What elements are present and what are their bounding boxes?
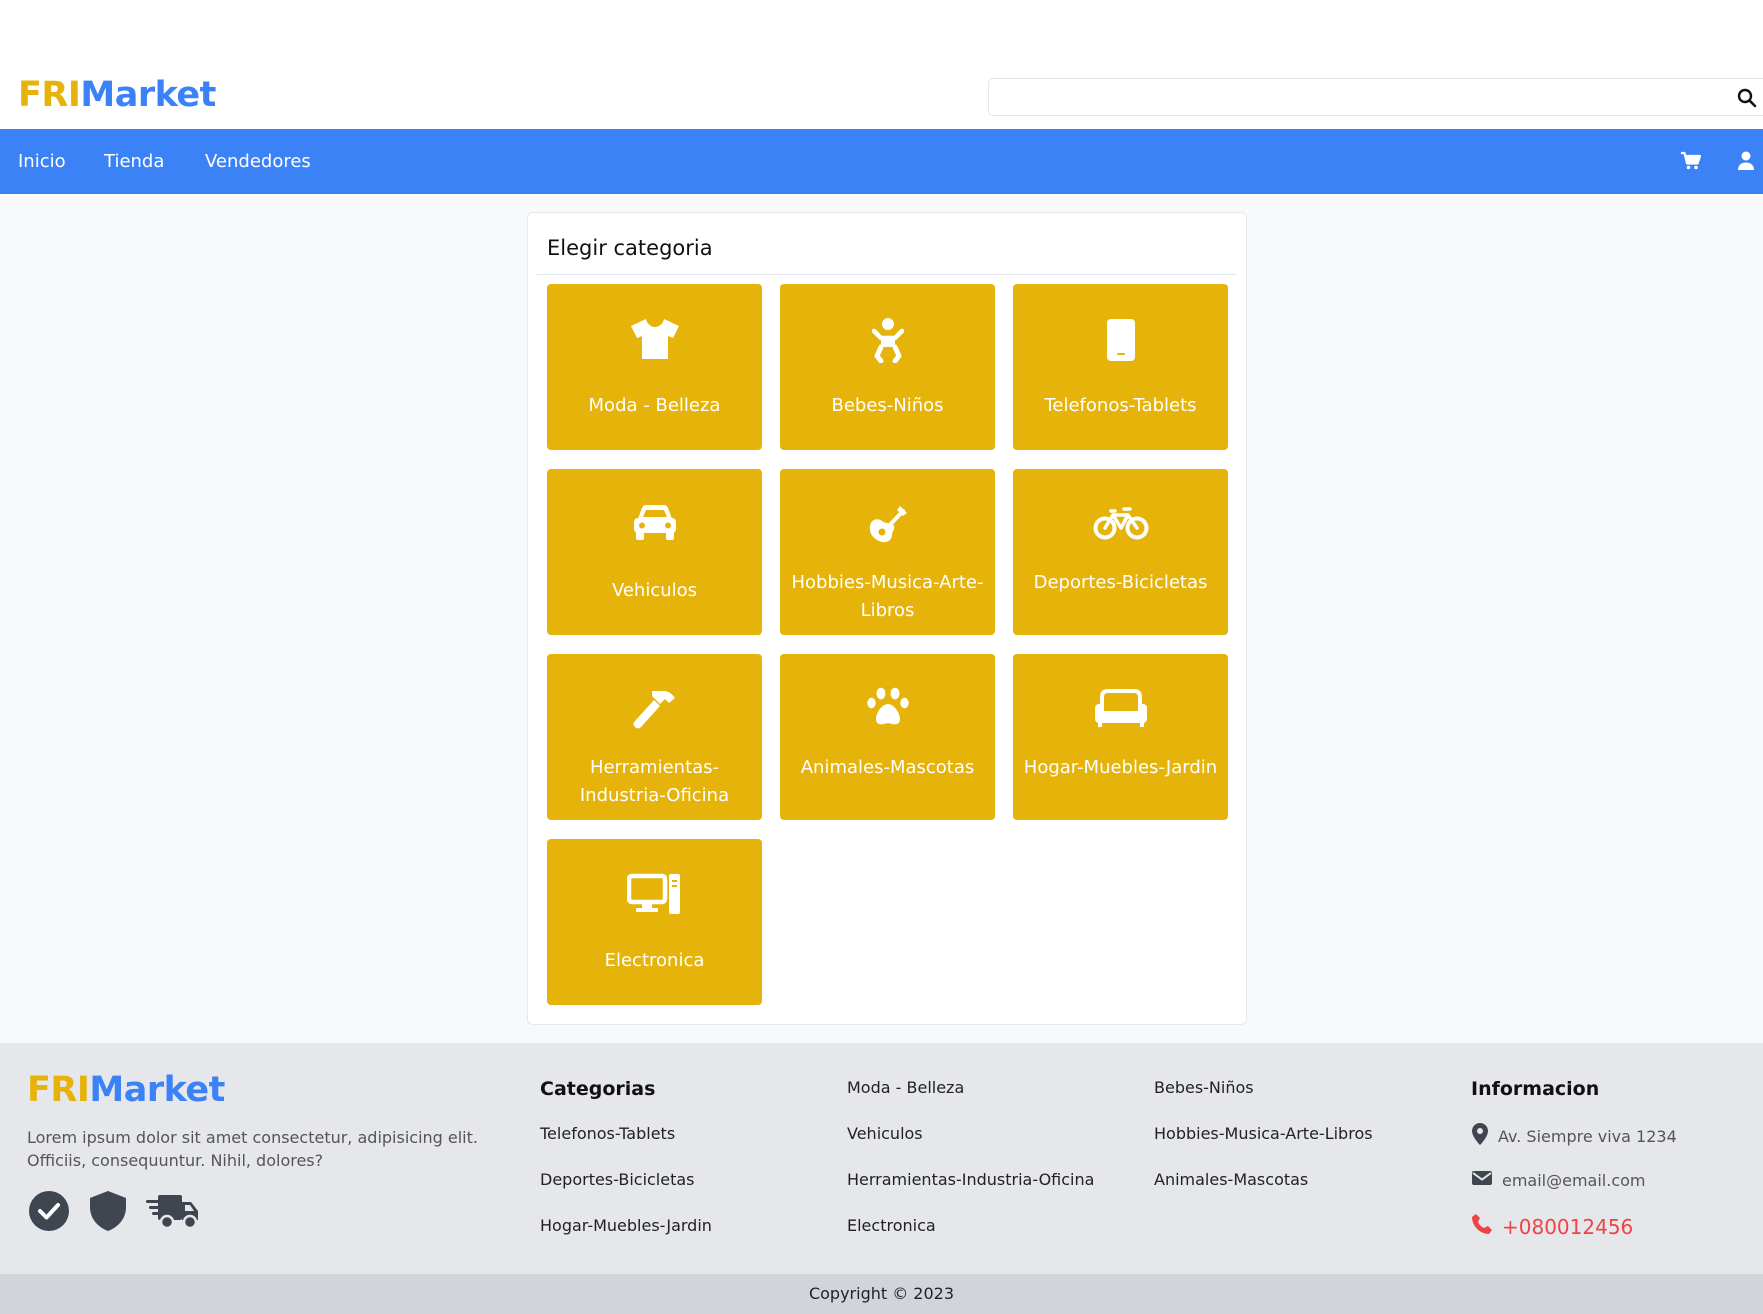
baby-icon — [780, 317, 995, 367]
footer-link-telefonos-tablets[interactable]: Telefonos-Tablets — [540, 1124, 675, 1143]
category-label: Hogar-Muebles-Jardin — [1023, 757, 1218, 778]
copyright-bar: Copyright © 2023 — [0, 1274, 1763, 1314]
category-tile-electronica[interactable]: Electronica — [547, 839, 762, 1005]
guitar-icon — [780, 502, 995, 552]
footer-badges — [27, 1189, 201, 1233]
category-label: Bebes-Niños — [831, 395, 944, 416]
search-input[interactable] — [989, 79, 1763, 115]
footer-email[interactable]: email@email.com — [1502, 1171, 1646, 1190]
header: FRIMarket — [0, 0, 1763, 129]
footer-link-hogar-muebles-jardin[interactable]: Hogar-Muebles-Jardin — [540, 1216, 712, 1235]
footer-phone[interactable]: +080012456 — [1502, 1215, 1633, 1239]
footer-link-herramientas[interactable]: Herramientas-Industria-Oficina — [847, 1170, 1094, 1189]
category-tile-animales-mascotas[interactable]: Animales-Mascotas — [780, 654, 995, 820]
category-label: Electronica — [604, 950, 705, 971]
footer-email-row: email@email.com — [1471, 1169, 1646, 1191]
footer-link-animales-mascotas[interactable]: Animales-Mascotas — [1154, 1170, 1308, 1189]
footer-brand-logo[interactable]: FRIMarket — [27, 1070, 225, 1110]
category-tile-deportes-bicicletas[interactable]: Deportes-Bicicletas — [1013, 469, 1228, 635]
shield-icon — [86, 1189, 130, 1233]
footer-link-deportes-bicicletas[interactable]: Deportes-Bicicletas — [540, 1170, 695, 1189]
check-circle-icon — [27, 1189, 71, 1233]
footer-link-moda-belleza[interactable]: Moda - Belleza — [847, 1078, 964, 1097]
cart-icon[interactable] — [1679, 149, 1703, 173]
nav-link-tienda[interactable]: Tienda — [104, 151, 164, 172]
footer-description: Lorem ipsum dolor sit amet consectetur, … — [27, 1128, 478, 1170]
brand-logo-part1: FRI — [18, 75, 81, 115]
hammer-icon — [547, 687, 762, 737]
category-tile-vehiculos[interactable]: Vehiculos — [547, 469, 762, 635]
category-label: Deportes-Bicicletas — [1033, 572, 1208, 593]
search-box — [988, 78, 1763, 116]
bicycle-icon — [1013, 502, 1228, 552]
footer-address-row: Av. Siempre viva 1234 — [1471, 1122, 1677, 1150]
footer-address: Av. Siempre viva 1234 — [1498, 1126, 1677, 1146]
search-icon[interactable] — [1733, 84, 1761, 112]
category-tile-moda-belleza[interactable]: Moda - Belleza — [547, 284, 762, 450]
location-pin-icon — [1471, 1122, 1489, 1150]
phone-icon — [1013, 317, 1228, 367]
brand-logo-part2: Market — [89, 1070, 225, 1110]
envelope-icon — [1471, 1169, 1493, 1191]
category-label: Vehiculos — [611, 580, 698, 601]
footer-phone-row: +080012456 — [1471, 1213, 1633, 1240]
footer-link-vehiculos[interactable]: Vehiculos — [847, 1124, 923, 1143]
shirt-icon — [547, 317, 762, 367]
truck-icon — [145, 1189, 201, 1233]
car-icon — [547, 502, 762, 552]
footer-categories-heading: Categorias — [540, 1078, 656, 1100]
category-tile-bebes-ninos[interactable]: Bebes-Niños — [780, 284, 995, 450]
category-label: Herramientas-Industria-Oficina — [579, 757, 730, 806]
footer-link-bebes-ninos[interactable]: Bebes-Niños — [1154, 1078, 1254, 1097]
user-icon[interactable] — [1734, 149, 1758, 173]
category-tile-hogar-muebles[interactable]: Hogar-Muebles-Jardin — [1013, 654, 1228, 820]
category-card: Elegir categoria Moda - Belleza Bebes-Ni… — [527, 212, 1247, 1025]
footer-link-hobbies[interactable]: Hobbies-Musica-Arte-Libros — [1154, 1124, 1373, 1143]
category-label: Telefonos-Tablets — [1044, 395, 1197, 416]
category-tile-telefonos-tablets[interactable]: Telefonos-Tablets — [1013, 284, 1228, 450]
category-tile-hobbies-musica[interactable]: Hobbies-Musica-Arte-Libros — [780, 469, 995, 635]
nav-link-vendedores[interactable]: Vendedores — [205, 151, 311, 172]
footer-info-heading: Informacion — [1471, 1078, 1600, 1100]
couch-icon — [1013, 687, 1228, 737]
brand-logo-part1: FRI — [27, 1070, 90, 1110]
main-navbar: Inicio Tienda Vendedores — [0, 129, 1763, 194]
category-label: Moda - Belleza — [588, 395, 721, 416]
phone-call-icon — [1471, 1213, 1493, 1240]
computer-icon — [547, 872, 762, 922]
brand-logo[interactable]: FRIMarket — [18, 75, 216, 115]
brand-logo-part2: Market — [80, 75, 216, 115]
card-divider — [537, 274, 1237, 275]
category-label: Animales-Mascotas — [800, 757, 975, 778]
category-label: Hobbies-Musica-Arte-Libros — [791, 572, 984, 621]
paw-icon — [780, 687, 995, 737]
category-tile-herramientas[interactable]: Herramientas-Industria-Oficina — [547, 654, 762, 820]
card-title: Elegir categoria — [547, 236, 713, 260]
footer-link-electronica[interactable]: Electronica — [847, 1216, 936, 1235]
nav-link-inicio[interactable]: Inicio — [18, 151, 66, 172]
footer: FRIMarket Lorem ipsum dolor sit amet con… — [0, 1043, 1763, 1274]
